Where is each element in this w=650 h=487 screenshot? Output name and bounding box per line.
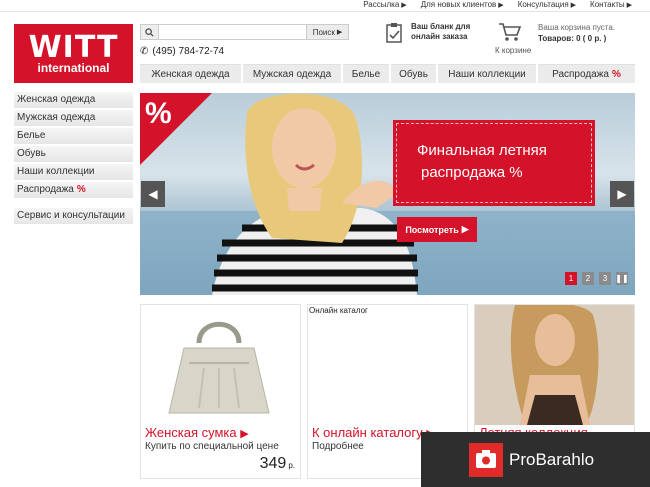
nav-tab-shoes[interactable]: Обувь [391, 64, 436, 83]
pause-icon[interactable]: ❚❚ [615, 272, 629, 285]
nav-tab-men[interactable]: Мужская одежда [243, 64, 341, 83]
toplink-new-clients[interactable]: Для новых клиентов ▶ [421, 0, 504, 9]
percent-icon: % [145, 97, 172, 130]
next-arrow-icon[interactable]: ▶ [610, 181, 634, 207]
triangle-right-icon: ▶ [401, 2, 407, 9]
sidebar-item-sale[interactable]: Распродажа% [14, 182, 133, 198]
order-form-link[interactable]: Ваш бланк для онлайн заказа [385, 22, 470, 44]
watermark-text: ProBarahlo [509, 449, 595, 469]
sidebar-item-lingerie[interactable]: Белье [14, 128, 133, 144]
view-button[interactable]: Посмотреть ▶ [397, 217, 477, 242]
pager-2[interactable]: 2 [582, 272, 594, 285]
hero-banner[interactable]: % Финальная летняя распродажа % Посмотре… [140, 93, 635, 295]
search-icon [141, 25, 159, 39]
handbag-image [168, 321, 270, 414]
slider-pager: 1 2 3 ❚❚ [565, 272, 629, 285]
tile-subtitle: Подробнее [312, 441, 364, 452]
triangle-right-icon: ▶ [626, 2, 632, 9]
phone: ✆ (495) 784-72-74 [140, 46, 224, 57]
sidebar-item-women[interactable]: Женская одежда [14, 92, 133, 108]
tile-handbag[interactable]: Женская сумка ▶ Купить по специальной це… [140, 304, 301, 479]
main-nav: Женская одежда Мужская одежда Белье Обув… [140, 64, 635, 83]
toplink-newsletter[interactable]: Рассылка ▶ [363, 0, 406, 9]
witt-logo[interactable]: WITT international [14, 24, 133, 83]
phone-icon: ✆ [140, 46, 149, 57]
search-button[interactable]: Поиск ▶ [306, 25, 348, 39]
tile-title[interactable]: К онлайн каталогу ▶ [312, 425, 435, 440]
triangle-right-icon: ▶ [240, 428, 249, 440]
sidebar-item-service[interactable]: Сервис и консультации [14, 208, 133, 224]
nav-tab-sale[interactable]: Распродажа% [538, 64, 635, 83]
sidebar-item-shoes[interactable]: Обувь [14, 146, 133, 162]
sidebar: Женская одежда Мужская одежда Белье Обув… [14, 92, 133, 226]
tile-caption: Онлайн каталог [309, 306, 368, 315]
nav-tab-lingerie[interactable]: Белье [343, 64, 389, 83]
sidebar-item-collections[interactable]: Наши коллекции [14, 164, 133, 180]
phone-number: (495) 784-72-74 [152, 46, 225, 57]
top-links: Рассылка ▶ Для новых клиентов ▶ Консультац… [363, 0, 632, 9]
promo-line2: распродажа % [421, 164, 523, 181]
toplink-contacts[interactable]: Контакты ▶ [590, 0, 632, 9]
logo-text: WITT [28, 30, 119, 65]
model-image [475, 305, 634, 425]
promo-line1: Финальная летняя [417, 142, 547, 159]
cart-icon [499, 23, 522, 41]
triangle-right-icon: ▶ [498, 2, 504, 9]
probarahlo-logo-icon [469, 442, 503, 477]
search-input[interactable] [159, 25, 306, 39]
nav-tab-women[interactable]: Женская одежда [140, 64, 241, 83]
probarahlo-watermark: ProBarahlo [421, 432, 650, 487]
promo-box: Финальная летняя распродажа % [393, 120, 595, 206]
clipboard-icon [386, 23, 402, 43]
cart-status: Ваша корзина пуста. [538, 23, 615, 32]
search-bar: Поиск ▶ [140, 24, 349, 40]
triangle-right-icon: ▶ [570, 2, 577, 9]
top-bar: Рассылка ▶ Для новых клиентов ▶ Консультац… [0, 0, 650, 12]
cart-count: Товаров: 0 ( 0 р. ) [538, 34, 607, 43]
sidebar-item-men[interactable]: Мужская одежда [14, 110, 133, 126]
toplink-consultation[interactable]: Консультация ▶ [518, 0, 576, 9]
pager-3[interactable]: 3 [599, 272, 611, 285]
tile-price: 349 р. [259, 455, 295, 472]
prev-arrow-icon[interactable]: ◀ [141, 181, 165, 207]
cart-link[interactable]: К корзине [495, 46, 531, 55]
tile-title[interactable]: Женская сумка ▶ [145, 425, 249, 440]
nav-tab-collections[interactable]: Наши коллекции [438, 64, 536, 83]
tile-subtitle: Купить по специальной цене [145, 441, 279, 452]
triangle-right-icon: ▶ [336, 29, 343, 36]
triangle-right-icon: ▶ [461, 224, 469, 234]
pager-1[interactable]: 1 [565, 272, 577, 285]
